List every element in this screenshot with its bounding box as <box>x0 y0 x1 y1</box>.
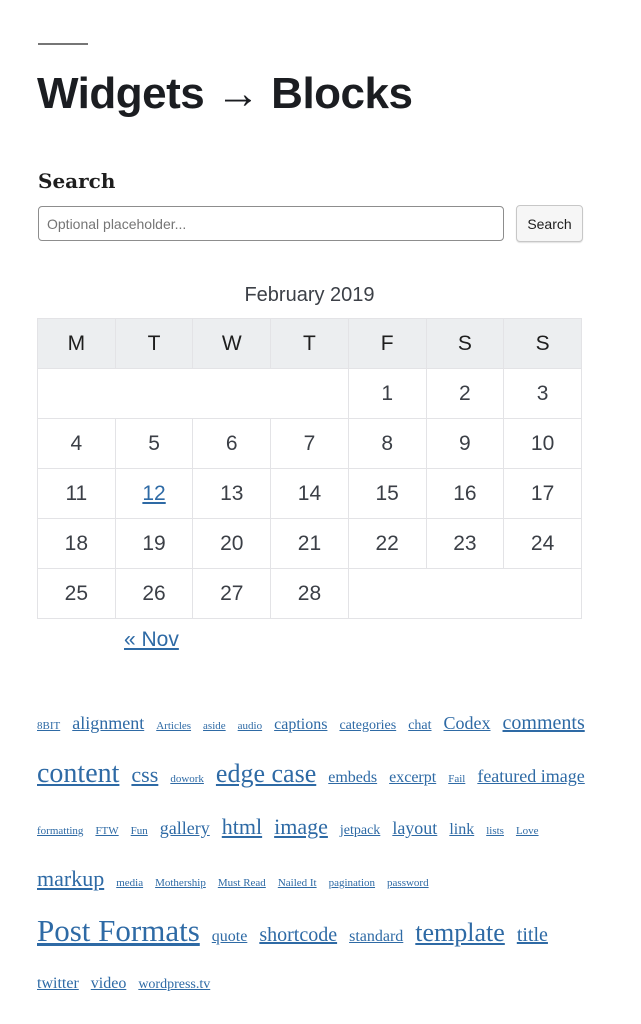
calendar-day: 15 <box>347 468 427 519</box>
tag-link[interactable]: alignment <box>72 713 144 733</box>
calendar-day: 1 <box>347 368 427 419</box>
tag-link[interactable]: Mothership <box>155 877 206 889</box>
tag-link[interactable]: captions <box>274 716 327 733</box>
calendar-day: 7 <box>270 418 349 469</box>
calendar-day: 10 <box>503 418 582 469</box>
tag-link[interactable]: standard <box>349 928 403 945</box>
tag-link[interactable]: aside <box>203 720 226 732</box>
calendar-week-row: 11 12 13 14 15 16 17 <box>37 468 582 519</box>
calendar-day: 4 <box>37 418 116 469</box>
weekday-header: W <box>192 318 272 369</box>
tag-link[interactable]: comments <box>503 712 585 734</box>
calendar-day: 19 <box>114 518 194 569</box>
calendar-caption: February 2019 <box>244 284 375 306</box>
tag-link[interactable]: Codex <box>444 713 491 733</box>
calendar-week-row: 18 19 20 21 22 23 24 <box>37 518 582 569</box>
tag-link[interactable]: Fun <box>131 825 148 837</box>
tag-link[interactable]: title <box>517 924 548 946</box>
calendar-day-link[interactable]: 12 <box>142 482 165 505</box>
weekday-header: F <box>347 318 427 369</box>
calendar-header-row: MTWTFSS <box>37 318 582 369</box>
calendar-day: 18 <box>37 518 116 569</box>
calendar-empty-cell <box>347 568 583 619</box>
tag-link[interactable]: jetpack <box>340 823 380 838</box>
calendar-week-row: 4 5 6 7 8 9 10 <box>37 418 582 469</box>
calendar-day: 11 <box>37 468 116 519</box>
tag-link[interactable]: link <box>449 821 474 838</box>
calendar-day: 6 <box>192 418 272 469</box>
calendar-day: 28 <box>270 568 349 619</box>
calendar-day: 13 <box>192 468 272 519</box>
tag-link[interactable]: css <box>131 762 158 787</box>
tag-link[interactable]: video <box>91 975 127 992</box>
search-label: Search <box>38 169 116 193</box>
weekday-header: M <box>37 318 116 369</box>
search-input[interactable] <box>38 206 504 241</box>
calendar-prev-link[interactable]: « Nov <box>124 628 179 651</box>
tag-link[interactable]: content <box>37 758 119 789</box>
calendar-day: 22 <box>347 518 427 569</box>
tag-link[interactable]: dowork <box>170 773 204 785</box>
weekday-header: S <box>503 318 582 369</box>
tag-link[interactable]: layout <box>392 818 437 838</box>
tag-link[interactable]: Articles <box>156 720 191 732</box>
tag-link[interactable]: chat <box>408 718 431 733</box>
weekday-header: T <box>114 318 194 369</box>
tag-link[interactable]: pagination <box>329 877 375 889</box>
tag-link[interactable]: Post Formats <box>37 913 200 948</box>
calendar-table: MTWTFSS 1 2 3 4 5 6 7 8 9 10 11 12 13 14 15 16 17 18 19 20 2… <box>37 318 583 619</box>
tag-link[interactable]: password <box>387 877 429 889</box>
calendar-day: 16 <box>425 468 505 519</box>
calendar-day: 27 <box>192 568 272 619</box>
tag-link[interactable]: formatting <box>37 825 83 837</box>
tag-link[interactable]: excerpt <box>389 769 436 786</box>
tag-link[interactable]: image <box>274 814 328 839</box>
tag-link[interactable]: Must Read <box>218 877 266 889</box>
tag-link[interactable]: 8BIT <box>37 720 60 732</box>
calendar-day: 5 <box>114 418 194 469</box>
tag-link[interactable]: shortcode <box>259 924 337 946</box>
tag-link[interactable]: html <box>222 814 262 839</box>
calendar-day: 8 <box>347 418 427 469</box>
tag-link[interactable]: quote <box>212 928 248 945</box>
tag-link[interactable]: featured image <box>477 766 584 786</box>
weekday-header: T <box>270 318 349 369</box>
tag-link[interactable]: Fail <box>448 773 465 785</box>
calendar-day: 3 <box>503 368 582 419</box>
calendar-day: 20 <box>192 518 272 569</box>
calendar-day: 26 <box>114 568 194 619</box>
calendar-week-row: 25 26 27 28 <box>37 568 583 619</box>
calendar-day: 21 <box>270 518 349 569</box>
tag-link[interactable]: embeds <box>328 769 377 786</box>
tag-link[interactable]: template <box>415 918 505 947</box>
tag-link[interactable]: markup <box>37 866 104 891</box>
tag-link[interactable]: FTW <box>95 825 118 837</box>
weekday-header: S <box>425 318 505 369</box>
search-button[interactable]: Search <box>516 205 583 242</box>
calendar-day: 24 <box>503 518 582 569</box>
tag-link[interactable]: wordpress.tv <box>138 977 210 992</box>
tag-link[interactable]: edge case <box>216 759 316 788</box>
calendar-day: 25 <box>37 568 116 619</box>
tag-link[interactable]: audio <box>238 720 262 732</box>
tag-cloud: 8BIT alignment Articles aside audio capt… <box>37 700 597 1008</box>
calendar-day: 12 <box>114 468 194 519</box>
tag-link[interactable]: Nailed It <box>278 877 317 889</box>
tag-link[interactable]: twitter <box>37 975 79 992</box>
title-separator <box>38 43 88 45</box>
calendar-nav: « Nov <box>124 628 179 652</box>
calendar-day: 14 <box>270 468 349 519</box>
calendar-day: 17 <box>503 468 582 519</box>
tag-link[interactable]: categories <box>339 718 396 733</box>
page-title: Widgets → Blocks <box>37 69 413 118</box>
tag-link[interactable]: media <box>116 877 143 889</box>
tag-link[interactable]: Love <box>516 825 539 837</box>
calendar-week-row: 123 <box>37 368 582 419</box>
calendar-day: 23 <box>425 518 505 569</box>
tag-link[interactable]: gallery <box>160 818 210 838</box>
calendar-day: 2 <box>425 368 505 419</box>
tag-link[interactable]: lists <box>486 825 504 837</box>
calendar-day: 9 <box>425 418 505 469</box>
calendar-empty-cell <box>37 368 349 419</box>
